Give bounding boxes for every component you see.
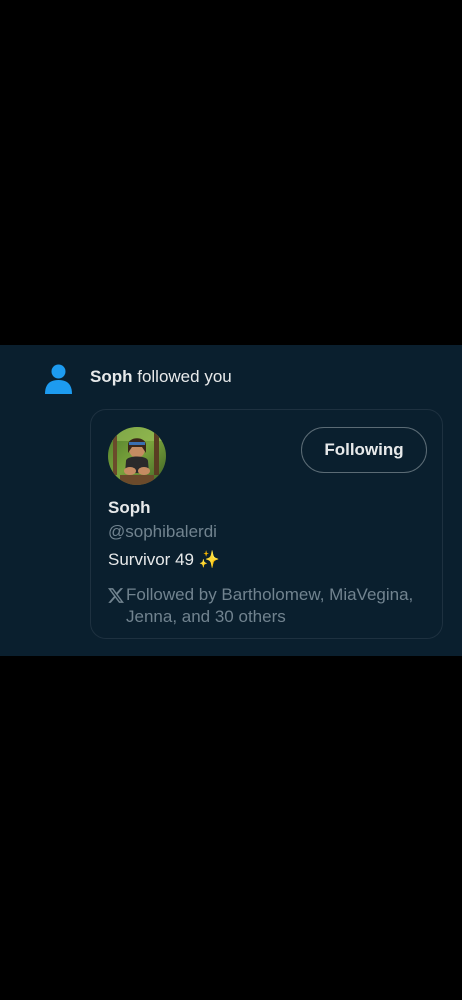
avatar[interactable] [108, 427, 166, 485]
action-text: followed you [132, 367, 232, 386]
x-logo-icon [108, 588, 124, 603]
sparkles-emoji: ✨ [198, 550, 220, 569]
user-handle[interactable]: @sophibalerdi [108, 522, 217, 542]
user-bio: Survivor 49 ✨ [108, 550, 220, 570]
follow-notification[interactable]: Soph followed you Following Soph @sophib… [0, 345, 462, 656]
notification-headline: Soph followed you [90, 367, 232, 387]
user-card[interactable]: Following Soph @sophibalerdi Survivor 49… [90, 409, 443, 639]
person-icon [45, 364, 72, 394]
bio-text: Survivor 49 [108, 550, 194, 569]
followed-by-text: Followed by Bartholomew, MiaVegina, Jenn… [126, 585, 414, 626]
following-button[interactable]: Following [301, 427, 427, 473]
actor-name[interactable]: Soph [90, 367, 133, 386]
followed-by[interactable]: Followed by Bartholomew, MiaVegina, Jenn… [108, 584, 438, 628]
display-name[interactable]: Soph [108, 498, 151, 518]
